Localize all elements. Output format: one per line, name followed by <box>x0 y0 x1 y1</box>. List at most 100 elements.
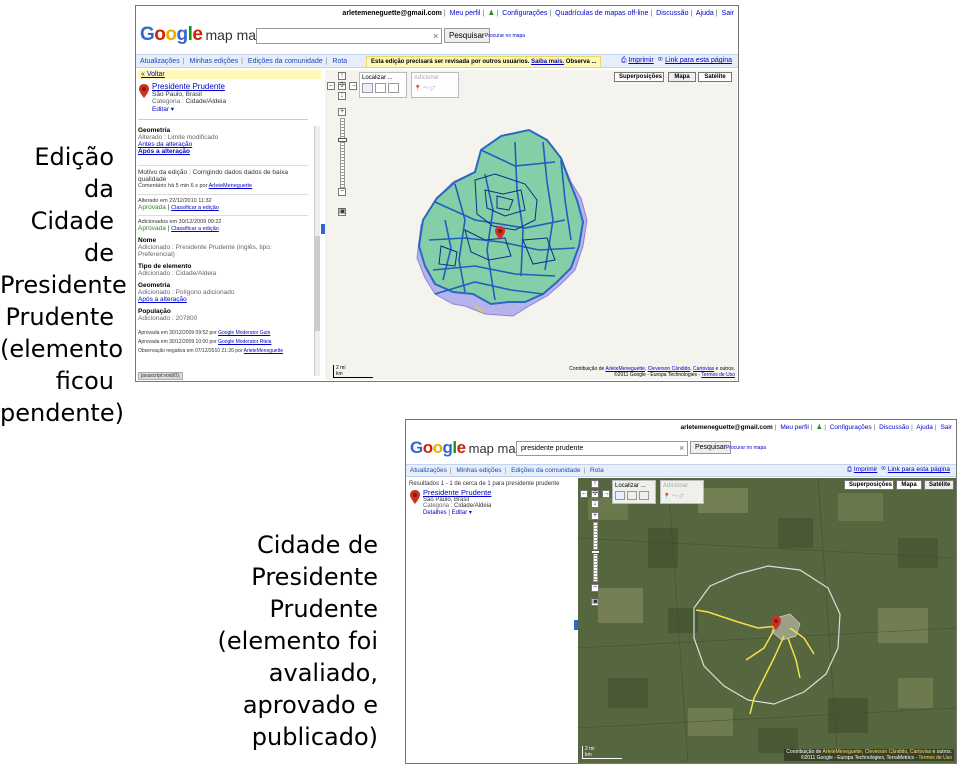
after-change-link[interactable]: Após a alteração <box>138 296 308 303</box>
link-discussion[interactable]: Discussão <box>879 424 909 431</box>
page-link[interactable]: Link para esta página <box>665 57 732 64</box>
place-card: Presidente Prudente São Paulo, Brasil Ca… <box>138 79 321 113</box>
link-profile[interactable]: Meu perfil <box>780 424 809 431</box>
place-name[interactable]: Presidente Prudente <box>423 488 575 497</box>
hand-tool-icon[interactable] <box>375 83 386 93</box>
page-link[interactable]: Link para esta página <box>888 466 950 473</box>
log-author[interactable]: ArleteMeneguette <box>244 348 283 354</box>
tab-community-edits[interactable]: Edições da comunidade <box>248 58 323 65</box>
hand-tool-icon[interactable] <box>627 491 637 500</box>
zoom-out-icon[interactable]: − <box>338 188 346 196</box>
link-signout[interactable]: Sair <box>940 424 952 431</box>
print-link[interactable]: Imprimir <box>628 57 653 64</box>
pan-up-icon[interactable]: ↑ <box>338 72 346 80</box>
pan-icon[interactable]: ✣ <box>591 490 599 498</box>
pan-control[interactable]: ↑ ← ✣ → ↓ <box>580 480 610 510</box>
rate-edit-link[interactable]: Classificar a edição <box>171 226 219 232</box>
link-profile[interactable]: Meu perfil <box>450 10 481 17</box>
select-tool-icon[interactable] <box>362 83 373 93</box>
draw-tool-icon[interactable] <box>388 83 399 93</box>
pan-down-icon[interactable]: ↓ <box>338 92 346 100</box>
overlays-button[interactable]: Superposições <box>844 480 894 490</box>
print-link[interactable]: Imprimir <box>854 466 877 473</box>
city-pin-icon[interactable] <box>495 226 505 240</box>
link-settings[interactable]: Configurações <box>830 424 872 431</box>
search-nearby-link[interactable]: Procurar no mapa <box>485 33 525 39</box>
add-tool-icons[interactable]: 📍 〜 ◸ <box>414 83 456 92</box>
pan-control[interactable]: ↑ ← ✣ → ↓ <box>327 72 357 102</box>
comment-author[interactable]: ArleteMeneguette <box>209 183 252 189</box>
search-button[interactable]: Pesquisar <box>444 28 490 43</box>
tab-my-edits[interactable]: Minhas edições <box>189 58 238 65</box>
comment-line: Comentário há 5 min 6 s por ArleteMenegu… <box>138 183 308 189</box>
rate-edit-link[interactable]: Classificar a edição <box>171 205 219 211</box>
log-author[interactable]: Google Moderator Rteia <box>218 339 271 345</box>
map-canvas[interactable]: ↑ ← ✣ → ↓ + − ▣ Localizar ... Adicionar … <box>325 70 737 380</box>
zoom-out-icon[interactable]: − <box>591 584 599 592</box>
notice-learn-more[interactable]: Saiba mais. <box>531 59 564 65</box>
map-button[interactable]: Mapa <box>668 72 696 82</box>
search-input[interactable]: presidente prudente <box>516 441 688 456</box>
before-change-link[interactable]: Antes da alteração <box>138 141 308 148</box>
city-pin-icon[interactable] <box>771 616 781 630</box>
copyright-text: ©2011 Google - Europa Technologies - <box>614 372 701 378</box>
back-link[interactable]: « Voltar <box>138 70 321 79</box>
map-button[interactable]: Mapa <box>896 480 922 490</box>
zoom-thumb[interactable] <box>591 550 600 554</box>
pan-up-icon[interactable]: ↑ <box>591 480 599 488</box>
pan-left-icon[interactable]: ← <box>580 490 588 498</box>
scale-km: km <box>336 371 343 377</box>
account-bar: arletemeneguette@gmail.com | Meu perfil | … <box>342 10 734 17</box>
pan-right-icon[interactable]: → <box>602 490 610 498</box>
overlays-button[interactable]: Superposições <box>614 72 664 82</box>
terms-link[interactable]: Termos de Uso <box>918 755 952 761</box>
tab-my-edits[interactable]: Minhas edições <box>456 467 501 474</box>
pan-right-icon[interactable]: → <box>349 82 357 90</box>
overview-icon[interactable]: ▣ <box>338 208 346 216</box>
link-settings[interactable]: Configurações <box>502 10 547 17</box>
zoom-in-icon[interactable]: + <box>338 108 346 116</box>
link-discussion[interactable]: Discussão <box>656 10 688 17</box>
panel-scrollbar[interactable] <box>314 126 320 376</box>
satellite-map-canvas[interactable]: ↑ ← ✣ → ↓ + − ▣ Localizar ... Adicionar … <box>578 478 956 763</box>
link-offline-tiles[interactable]: Quadrículas de mapas off-line <box>555 10 648 17</box>
tab-route[interactable]: Rota <box>590 467 604 474</box>
link-signout[interactable]: Sair <box>722 10 734 17</box>
clear-icon[interactable]: × <box>433 31 438 41</box>
tab-updates[interactable]: Atualizações <box>140 58 180 65</box>
pan-left-icon[interactable]: ← <box>327 82 335 90</box>
zoom-in-icon[interactable]: + <box>591 512 599 520</box>
after-change-link[interactable]: Após a alteração <box>138 148 308 155</box>
tab-route[interactable]: Rota <box>332 58 347 65</box>
satellite-button[interactable]: Satélite <box>924 480 954 490</box>
edit-link[interactable]: Editar ▾ <box>152 105 321 113</box>
edit-link[interactable]: Editar ▾ <box>452 510 472 516</box>
zoom-slider[interactable] <box>340 118 345 188</box>
select-tool-icon[interactable] <box>615 491 625 500</box>
clear-icon[interactable]: × <box>679 443 684 453</box>
type-heading: Tipo de elemento <box>138 263 192 270</box>
pan-down-icon[interactable]: ↓ <box>591 500 599 508</box>
user-icon: ♟ <box>488 10 495 17</box>
added-date: Adicionados em 30/12/2009 09:22 <box>138 215 308 225</box>
pan-icon[interactable]: ✣ <box>338 82 346 90</box>
name-value: Adicionado : Presidente Prudente (inglês… <box>138 244 272 258</box>
add-tool-icons[interactable]: 📍 〜 ◸ <box>663 491 701 500</box>
tab-community-edits[interactable]: Edições da comunidade <box>511 467 580 474</box>
search-button[interactable]: Pesquisar <box>690 441 732 454</box>
terms-link[interactable]: Termos de Uso <box>701 372 735 378</box>
tab-updates[interactable]: Atualizações <box>410 467 447 474</box>
search-nearby-link[interactable]: Procurar no mapa <box>726 445 766 451</box>
overview-icon[interactable]: ▣ <box>591 598 599 606</box>
link-help[interactable]: Ajuda <box>696 10 714 17</box>
caption-line: publicado) <box>251 723 378 751</box>
details-link[interactable]: Detalhes <box>423 510 447 516</box>
satellite-button[interactable]: Satélite <box>698 72 732 82</box>
log-author[interactable]: Google Moderator Guts <box>218 330 270 336</box>
place-name[interactable]: Presidente Prudente <box>152 82 321 91</box>
link-help[interactable]: Ajuda <box>916 424 933 431</box>
search-input[interactable] <box>256 28 442 44</box>
zoom-thumb[interactable] <box>338 138 347 142</box>
add-label: Adicionar <box>663 483 689 489</box>
draw-tool-icon[interactable] <box>639 491 649 500</box>
